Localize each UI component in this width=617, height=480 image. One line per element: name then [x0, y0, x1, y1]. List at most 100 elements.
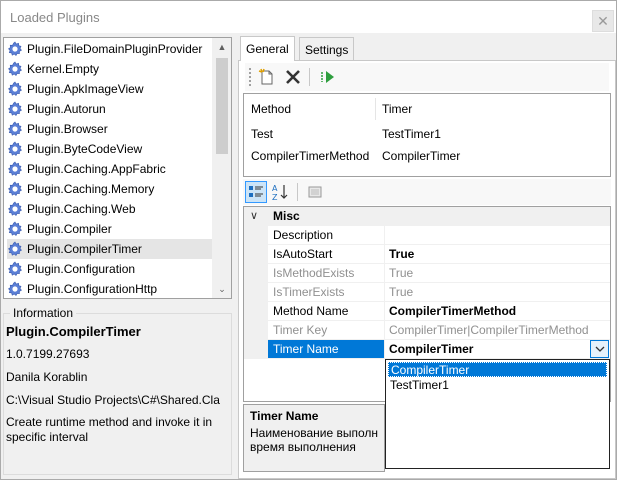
window-title: Loaded Plugins [10, 10, 100, 25]
svg-text:A: A [272, 184, 278, 193]
column-divider[interactable] [375, 98, 376, 120]
plugin-description: Create runtime method and invoke it in s… [6, 415, 213, 444]
tab-general[interactable]: General [240, 36, 295, 61]
plugin-list-item[interactable]: Plugin.Caching.Memory [7, 179, 212, 199]
plugin-gear-icon [8, 121, 22, 136]
property-value[interactable] [385, 226, 610, 245]
property-row[interactable]: Method Name CompilerTimerMethod [244, 302, 610, 321]
plugin-list-scrollbar[interactable]: ▲ ⌄ [212, 38, 231, 298]
collapse-chevron-icon[interactable]: ∨ [250, 209, 258, 222]
property-row-margin [244, 302, 268, 321]
property-row-margin [244, 226, 268, 245]
property-row[interactable]: Description [244, 226, 610, 245]
close-button[interactable]: ✕ [592, 10, 614, 32]
method-row-0-method[interactable]: Test [251, 127, 273, 141]
information-legend: Information [10, 306, 77, 320]
plugin-list[interactable]: Plugin.ConfigurationHttp Plugin.Configura… [3, 37, 232, 299]
chevron-down-icon [595, 346, 604, 352]
plugin-list-item[interactable]: Plugin.Compiler [7, 219, 212, 239]
property-name[interactable]: Timer Name [268, 340, 385, 359]
plugin-list-item[interactable]: Plugin.FileDomainPluginProvider [7, 39, 212, 59]
property-value[interactable]: True [385, 283, 610, 302]
plugin-path: C:\Visual Studio Projects\C#\Shared.Cla [6, 393, 220, 407]
property-pages-button[interactable] [304, 181, 326, 203]
sort-az-icon: A Z [272, 184, 288, 201]
property-pages-icon [308, 186, 322, 198]
plugin-list-item[interactable]: Plugin.ConfigurationHttp [7, 279, 212, 298]
plugin-gear-icon [8, 161, 22, 176]
property-value[interactable]: True [385, 245, 610, 264]
plugin-list-item[interactable]: Plugin.CompilerTimer [7, 239, 212, 259]
property-name[interactable]: Description [268, 226, 385, 245]
new-method-button[interactable] [255, 65, 279, 89]
plugin-list-item-label: Plugin.ApkImageView [27, 82, 144, 96]
property-name[interactable]: Timer Key [268, 321, 385, 340]
plugin-list-item-label: Plugin.Caching.Web [27, 202, 136, 216]
property-value[interactable]: True [385, 264, 610, 283]
plugin-gear-icon [8, 81, 22, 96]
category-name: Misc [268, 207, 385, 226]
property-name[interactable]: Method Name [268, 302, 385, 321]
plugin-list-item-label: Plugin.Caching.Memory [27, 182, 155, 196]
dropdown-option[interactable]: TestTimer1 [388, 378, 607, 393]
delete-method-button[interactable] [281, 65, 305, 89]
column-header-method[interactable]: Method [251, 102, 291, 116]
svg-text:Z: Z [272, 193, 278, 201]
property-row[interactable]: IsMethodExists True [244, 264, 610, 283]
property-row[interactable]: IsAutoStart True [244, 245, 610, 264]
plugin-version: 1.0.7199.27693 [6, 347, 90, 361]
plugin-list-item[interactable]: Plugin.Browser [7, 119, 212, 139]
category-misc[interactable]: ∨ Misc [244, 207, 610, 226]
property-row[interactable]: Timer Key CompilerTimer|CompilerTimerMeth… [244, 321, 610, 340]
method-toolbar [245, 63, 609, 91]
property-row[interactable]: Timer Name CompilerTimer [244, 340, 610, 359]
method-list[interactable]: Method Timer Test TestTimer1 CompilerTim… [243, 93, 611, 177]
property-name[interactable]: IsMethodExists [268, 264, 385, 283]
plugin-list-item-label: Plugin.CompilerTimer [27, 242, 142, 256]
plugin-list-item[interactable]: Plugin.ApkImageView [7, 79, 212, 99]
plugin-gear-icon [8, 201, 22, 216]
timer-name-dropdown[interactable]: CompilerTimer TestTimer1 [385, 359, 610, 469]
plugin-list-item[interactable]: Plugin.ByteCodeView [7, 139, 212, 159]
plugin-list-item[interactable]: Plugin.Autorun [7, 99, 212, 119]
scroll-down-arrow-icon[interactable]: ⌄ [212, 280, 231, 298]
plugin-list-item[interactable]: Plugin.Caching.AppFabric [7, 159, 212, 179]
property-value[interactable]: CompilerTimer|CompilerTimerMethod [385, 321, 610, 340]
property-value[interactable]: CompilerTimerMethod [385, 302, 610, 321]
plugin-list-item-label: Plugin.ByteCodeView [27, 142, 143, 156]
property-help-panel: Timer Name Наименование выполн время вып… [243, 404, 385, 472]
toolbar-separator [309, 68, 310, 86]
information-group: Information Plugin.CompilerTimer 1.0.719… [3, 306, 232, 475]
dropdown-toggle-button[interactable] [590, 340, 609, 358]
alphabetical-button[interactable]: A Z [269, 181, 291, 203]
property-grid-toolbar: A Z [243, 179, 611, 205]
property-row[interactable]: IsTimerExists True [244, 283, 610, 302]
toolbar-grip[interactable] [249, 68, 253, 86]
run-method-button[interactable] [316, 65, 340, 89]
plugin-list-item-label: Plugin.Configuration [27, 262, 136, 276]
plugin-list-item-label: Plugin.FileDomainPluginProvider [27, 42, 203, 56]
plugin-list-item-label: Plugin.ConfigurationHttp [27, 282, 158, 296]
method-row-1-timer[interactable]: CompilerTimer [382, 149, 460, 163]
categorized-button[interactable] [245, 181, 267, 203]
scroll-thumb[interactable] [216, 58, 228, 154]
plugin-gear-icon [8, 141, 22, 156]
dropdown-option[interactable]: CompilerTimer [388, 362, 607, 377]
plugin-list-item[interactable]: Kernel.Empty [7, 59, 212, 79]
property-row-margin [244, 283, 268, 302]
plugin-list-item[interactable]: Plugin.Caching.Web [7, 199, 212, 219]
property-value[interactable]: CompilerTimer [385, 340, 610, 359]
help-description-line-1: Наименование выполн [250, 426, 379, 440]
method-row-1-method[interactable]: CompilerTimerMethod [251, 149, 369, 163]
plugin-list-item[interactable]: Plugin.Configuration [7, 259, 212, 279]
method-row-0-timer[interactable]: TestTimer1 [382, 127, 441, 141]
property-row-margin [244, 264, 268, 283]
run-arrow-icon [321, 71, 334, 83]
tab-settings[interactable]: Settings [299, 37, 355, 61]
property-name[interactable]: IsTimerExists [268, 283, 385, 302]
scroll-up-arrow-icon[interactable]: ▲ [212, 38, 231, 56]
column-header-timer[interactable]: Timer [382, 102, 412, 116]
property-name[interactable]: IsAutoStart [268, 245, 385, 264]
help-title: Timer Name [250, 409, 319, 423]
plugin-gear-icon [8, 61, 22, 76]
